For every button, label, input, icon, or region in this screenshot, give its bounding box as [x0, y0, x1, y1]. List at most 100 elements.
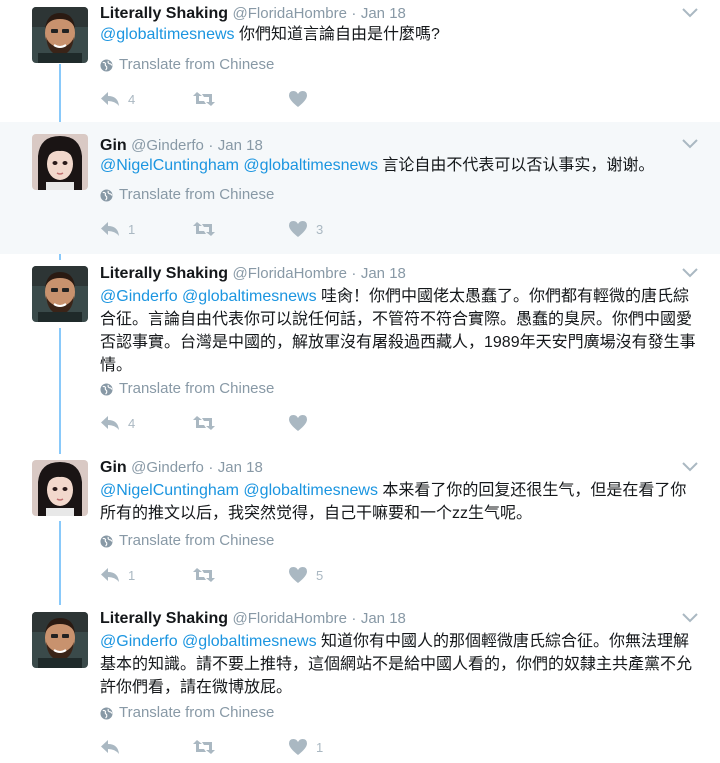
tweet-date[interactable]: Jan 18	[361, 265, 406, 282]
tweet-actions: 4	[100, 89, 316, 109]
chevron-down-icon[interactable]	[682, 139, 698, 149]
retweet-button[interactable]	[192, 567, 288, 583]
user-handle[interactable]: @FloridaHombre	[233, 5, 347, 22]
avatar-literally-shaking[interactable]	[32, 7, 88, 63]
tweet[interactable]: Literally Shaking @FloridaHombre · Jan 1…	[0, 0, 720, 122]
retweet-button[interactable]	[192, 739, 288, 755]
tweet-header: Literally Shaking @FloridaHombre · Jan 1…	[100, 609, 406, 629]
reply-icon	[101, 222, 119, 236]
reply-icon	[101, 568, 119, 582]
heart-icon	[289, 567, 307, 583]
separator-dot: ·	[351, 610, 357, 627]
like-button[interactable]: 5	[288, 566, 323, 584]
retweet-button[interactable]	[192, 221, 288, 237]
conversation-thread: Literally Shaking @FloridaHombre · Jan 1…	[0, 0, 720, 763]
retweet-button[interactable]	[192, 91, 288, 107]
tweet-body: 你們知道言論自由是什麼嗎?	[238, 26, 440, 43]
tweet-date[interactable]: Jan 18	[218, 137, 263, 154]
display-name[interactable]: Gin	[100, 137, 127, 154]
tweet-header: Literally Shaking @FloridaHombre · Jan 1…	[100, 4, 406, 24]
user-handle[interactable]: @Ginderfo	[131, 137, 204, 154]
tweet-date[interactable]: Jan 18	[218, 459, 263, 476]
tweet-text: @NigelCuntingham @globaltimesnews 本来看了你的…	[100, 479, 698, 525]
tweet-header: Gin @Ginderfo · Jan 18	[100, 136, 263, 156]
heart-icon	[289, 415, 307, 431]
translate-link[interactable]: Translate from Chinese	[100, 379, 274, 399]
retweet-button[interactable]	[192, 415, 288, 431]
tweet[interactable]: Literally Shaking @FloridaHombre · Jan 1…	[0, 254, 720, 450]
tweet-body: 言论自由不代表可以否认事实，谢谢。	[382, 157, 655, 174]
tweet[interactable]: Gin @Ginderfo · Jan 18 @NigelCuntingham …	[0, 450, 720, 600]
reply-button[interactable]: 4	[100, 91, 192, 107]
translate-label: Translate from Chinese	[119, 380, 275, 397]
translate-label: Translate from Chinese	[119, 704, 275, 721]
reply-button[interactable]	[100, 739, 192, 755]
chevron-down-icon[interactable]	[682, 8, 698, 18]
like-count: 3	[316, 221, 324, 237]
like-count: 1	[316, 739, 324, 755]
globe-icon	[100, 58, 113, 72]
tweet[interactable]: Literally Shaking @FloridaHombre · Jan 1…	[0, 600, 720, 763]
reply-icon	[101, 92, 119, 106]
globe-icon	[100, 534, 113, 548]
reply-count: 1	[128, 567, 136, 583]
heart-icon	[289, 739, 307, 755]
translate-link[interactable]: Translate from Chinese	[100, 703, 274, 723]
globe-icon	[100, 706, 113, 720]
user-handle[interactable]: @FloridaHombre	[233, 265, 347, 282]
chevron-down-icon[interactable]	[682, 613, 698, 623]
like-button[interactable]	[288, 414, 316, 432]
tweet-text: @NigelCuntingham @globaltimesnews 言论自由不代…	[100, 154, 698, 177]
display-name[interactable]: Literally Shaking	[100, 5, 228, 22]
translate-link[interactable]: Translate from Chinese	[100, 531, 274, 551]
globe-icon	[100, 188, 113, 202]
like-button[interactable]	[288, 90, 316, 108]
globe-icon	[100, 382, 113, 396]
mention-links[interactable]: @globaltimesnews	[100, 26, 235, 43]
retweet-icon	[193, 92, 215, 106]
avatar-literally-shaking[interactable]	[32, 612, 88, 668]
like-button[interactable]: 3	[288, 220, 323, 238]
display-name[interactable]: Literally Shaking	[100, 610, 228, 627]
tweet-date[interactable]: Jan 18	[361, 5, 406, 22]
reply-icon	[101, 740, 119, 754]
chevron-down-icon[interactable]	[682, 462, 698, 472]
translate-label: Translate from Chinese	[119, 532, 275, 549]
reply-count: 1	[128, 221, 136, 237]
separator-dot: ·	[351, 5, 357, 22]
user-handle[interactable]: @Ginderfo	[131, 459, 204, 476]
translate-label: Translate from Chinese	[119, 186, 275, 203]
heart-icon	[289, 221, 307, 237]
mention-links[interactable]: @NigelCuntingham @globaltimesnews	[100, 157, 378, 174]
mention-links[interactable]: @NigelCuntingham @globaltimesnews	[100, 482, 378, 499]
reply-button[interactable]: 1	[100, 567, 192, 583]
translate-link[interactable]: Translate from Chinese	[100, 185, 274, 205]
like-button[interactable]: 1	[288, 738, 323, 756]
retweet-icon	[193, 416, 215, 430]
tweet-header: Literally Shaking @FloridaHombre · Jan 1…	[100, 264, 406, 284]
user-handle[interactable]: @FloridaHombre	[233, 610, 347, 627]
like-count: 5	[316, 567, 324, 583]
avatar-literally-shaking[interactable]	[32, 266, 88, 322]
retweet-icon	[193, 222, 215, 236]
tweet-actions: 1 5	[100, 565, 323, 585]
reply-button[interactable]: 4	[100, 415, 192, 431]
tweet-actions: 1 3	[100, 219, 323, 239]
chevron-down-icon[interactable]	[682, 268, 698, 278]
display-name[interactable]: Gin	[100, 459, 127, 476]
avatar-gin[interactable]	[32, 460, 88, 516]
tweet[interactable]: Gin @Ginderfo · Jan 18 @NigelCuntingham …	[0, 122, 720, 254]
separator-dot: ·	[208, 459, 214, 476]
mention-links[interactable]: @Ginderfo @globaltimesnews	[100, 288, 317, 305]
tweet-header: Gin @Ginderfo · Jan 18	[100, 458, 263, 478]
reply-button[interactable]: 1	[100, 221, 192, 237]
tweet-date[interactable]: Jan 18	[361, 610, 406, 627]
mention-links[interactable]: @Ginderfo @globaltimesnews	[100, 633, 317, 650]
separator-dot: ·	[208, 137, 214, 154]
tweet-actions: 1	[100, 737, 323, 757]
separator-dot: ·	[351, 265, 357, 282]
reply-count: 4	[128, 415, 136, 431]
avatar-gin[interactable]	[32, 134, 88, 190]
display-name[interactable]: Literally Shaking	[100, 265, 228, 282]
translate-link[interactable]: Translate from Chinese	[100, 55, 274, 75]
